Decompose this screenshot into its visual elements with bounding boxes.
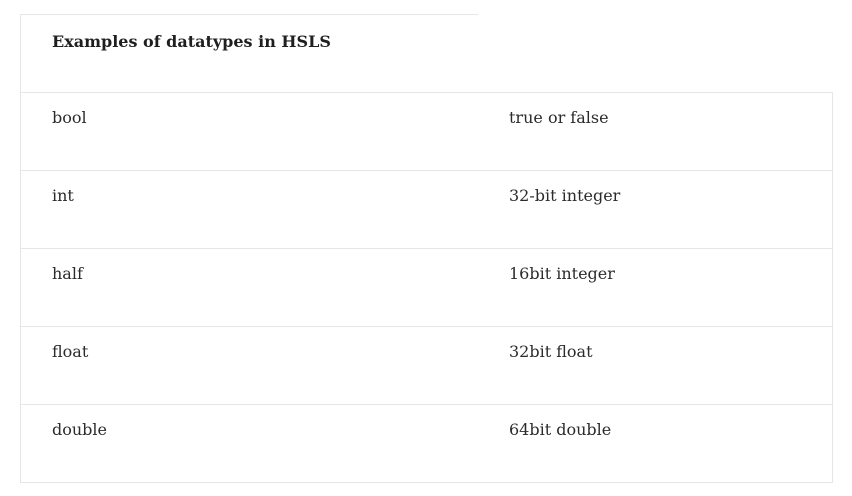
table-row: half 16bit integer: [20, 248, 833, 326]
table-title: Examples of datatypes in HSLS: [20, 14, 478, 92]
datatype-description: 16bit integer: [509, 264, 615, 283]
datatype-name: half: [52, 264, 83, 283]
table-row: int 32-bit integer: [20, 170, 833, 248]
table-row: double 64bit double: [20, 404, 833, 483]
datatype-name: bool: [52, 108, 87, 127]
table-row: bool true or false: [20, 92, 833, 170]
datatype-name: double: [52, 420, 108, 439]
datatype-description: 32bit float: [509, 342, 593, 361]
datatype-description: true or false: [509, 108, 609, 127]
datatypes-table: Examples of datatypes in HSLS bool true …: [20, 14, 833, 483]
datatype-description: 32-bit integer: [509, 186, 621, 205]
table-header-row: Examples of datatypes in HSLS: [20, 14, 833, 92]
datatype-name: int: [52, 186, 74, 205]
datatype-name: float: [52, 342, 89, 361]
datatype-description: 64bit double: [509, 420, 612, 439]
table-row: float 32bit float: [20, 326, 833, 404]
